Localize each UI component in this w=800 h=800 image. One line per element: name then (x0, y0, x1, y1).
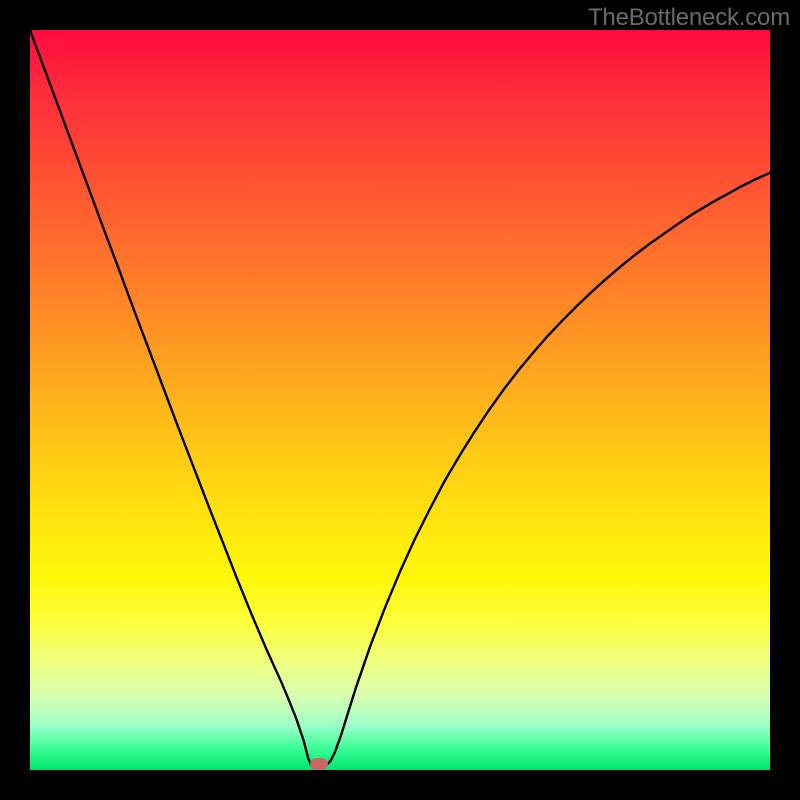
optimum-marker (310, 758, 328, 770)
bottleneck-curve (30, 30, 770, 767)
curve-svg (30, 30, 770, 770)
chart-frame: TheBottleneck.com (0, 0, 800, 800)
watermark-text: TheBottleneck.com (588, 4, 790, 32)
plot-area (30, 30, 770, 770)
